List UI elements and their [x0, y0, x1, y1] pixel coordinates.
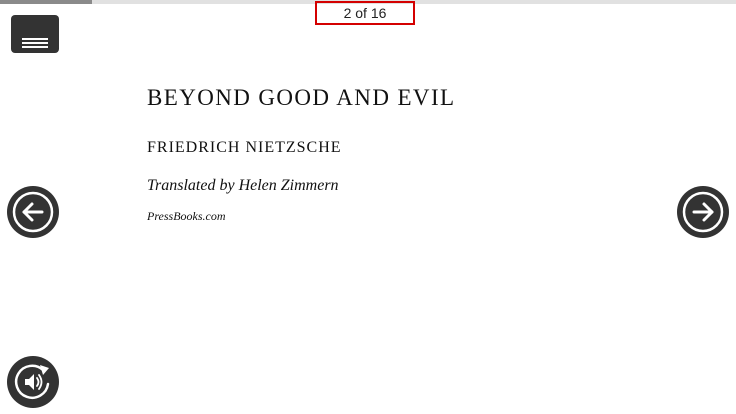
- arrow-left-icon: [12, 191, 54, 233]
- reading-progress-fill: [0, 0, 92, 4]
- menu-button[interactable]: [11, 15, 59, 53]
- book-translator: Translated by Helen Zimmern: [147, 177, 339, 194]
- previous-page-button[interactable]: [7, 186, 59, 238]
- page-indicator: 2 of 16: [315, 1, 415, 25]
- book-publisher: PressBooks.com: [147, 209, 226, 223]
- book-author: FRIEDRICH NIETZSCHE: [147, 139, 342, 156]
- next-page-button[interactable]: [677, 186, 729, 238]
- book-title: BEYOND GOOD AND EVIL: [147, 85, 456, 110]
- audio-replay-icon: [14, 364, 50, 400]
- arrow-right-icon: [682, 191, 724, 233]
- book-title-page: BEYOND GOOD AND EVIL FRIEDRICH NIETZSCHE…: [147, 84, 647, 224]
- audio-playback-button[interactable]: [7, 356, 59, 408]
